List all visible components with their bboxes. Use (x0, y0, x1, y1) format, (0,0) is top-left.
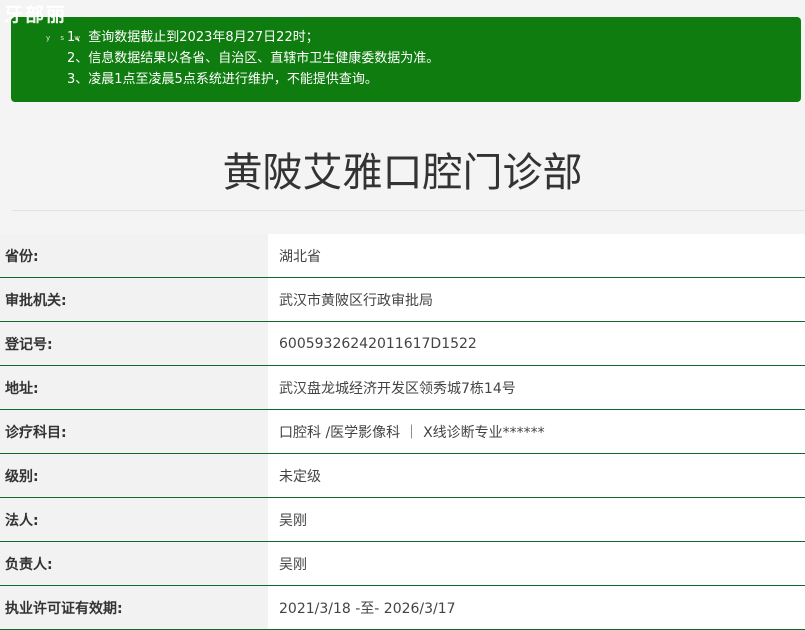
row-value-level: 未定级 (268, 453, 805, 498)
row-label-address: 地址: (0, 365, 268, 410)
row-label-license-validity: 执业许可证有效期: (0, 585, 268, 630)
row-value-treatment-subjects: 口腔科 /医学影像科 ｜ X线诊断专业****** (268, 409, 805, 454)
table-row: 登记号: 60059326242011617D1522 (0, 321, 805, 366)
row-value-approval-authority: 武汉市黄陂区行政审批局 (268, 277, 805, 322)
row-value-person-in-charge: 吴刚 (268, 541, 805, 586)
clinic-info-table: 省份: 湖北省 审批机关: 武汉市黄陂区行政审批局 登记号: 600593262… (0, 234, 805, 630)
row-label-registration-number: 登记号: (0, 321, 268, 366)
watermark-logo: 牙部丽 (4, 4, 68, 26)
watermark-subtext: y s w (46, 34, 84, 42)
row-label-treatment-subjects: 诊疗科目: (0, 409, 268, 454)
row-label-level: 级别: (0, 453, 268, 498)
notice-line-3: 3、凌晨1点至凌晨5点系统进行维护，不能提供查询。 (67, 72, 378, 87)
title-divider (12, 210, 805, 211)
row-value-province: 湖北省 (268, 234, 805, 278)
row-label-person-in-charge: 负责人: (0, 541, 268, 586)
table-row: 省份: 湖北省 (0, 234, 805, 278)
table-row: 审批机关: 武汉市黄陂区行政审批局 (0, 277, 805, 322)
row-label-legal-person: 法人: (0, 497, 268, 542)
notice-line-1: 1、查询数据截止到2023年8月27日22时； (67, 30, 319, 45)
row-value-license-validity: 2021/3/18 -至- 2026/3/17 (268, 585, 805, 630)
row-value-legal-person: 吴刚 (268, 497, 805, 542)
row-label-province: 省份: (0, 234, 268, 278)
table-row: 负责人: 吴刚 (0, 541, 805, 586)
page-title: 黄陂艾雅口腔门诊部 (222, 150, 583, 196)
table-row: 诊疗科目: 口腔科 /医学影像科 ｜ X线诊断专业****** (0, 409, 805, 454)
table-row: 执业许可证有效期: 2021/3/18 -至- 2026/3/17 (0, 585, 805, 630)
table-row: 法人: 吴刚 (0, 497, 805, 542)
notice-line-2: 2、信息数据结果以各省、自治区、直辖市卫生健康委数据为准。 (67, 51, 440, 66)
table-row: 级别: 未定级 (0, 453, 805, 498)
table-row: 地址: 武汉盘龙城经济开发区领秀城7栋14号 (0, 365, 805, 410)
row-value-address: 武汉盘龙城经济开发区领秀城7栋14号 (268, 365, 805, 410)
notice-banner: 1、查询数据截止到2023年8月27日22时； 2、信息数据结果以各省、自治区、… (11, 17, 801, 102)
row-label-approval-authority: 审批机关: (0, 277, 268, 322)
row-value-registration-number: 60059326242011617D1522 (268, 321, 805, 366)
